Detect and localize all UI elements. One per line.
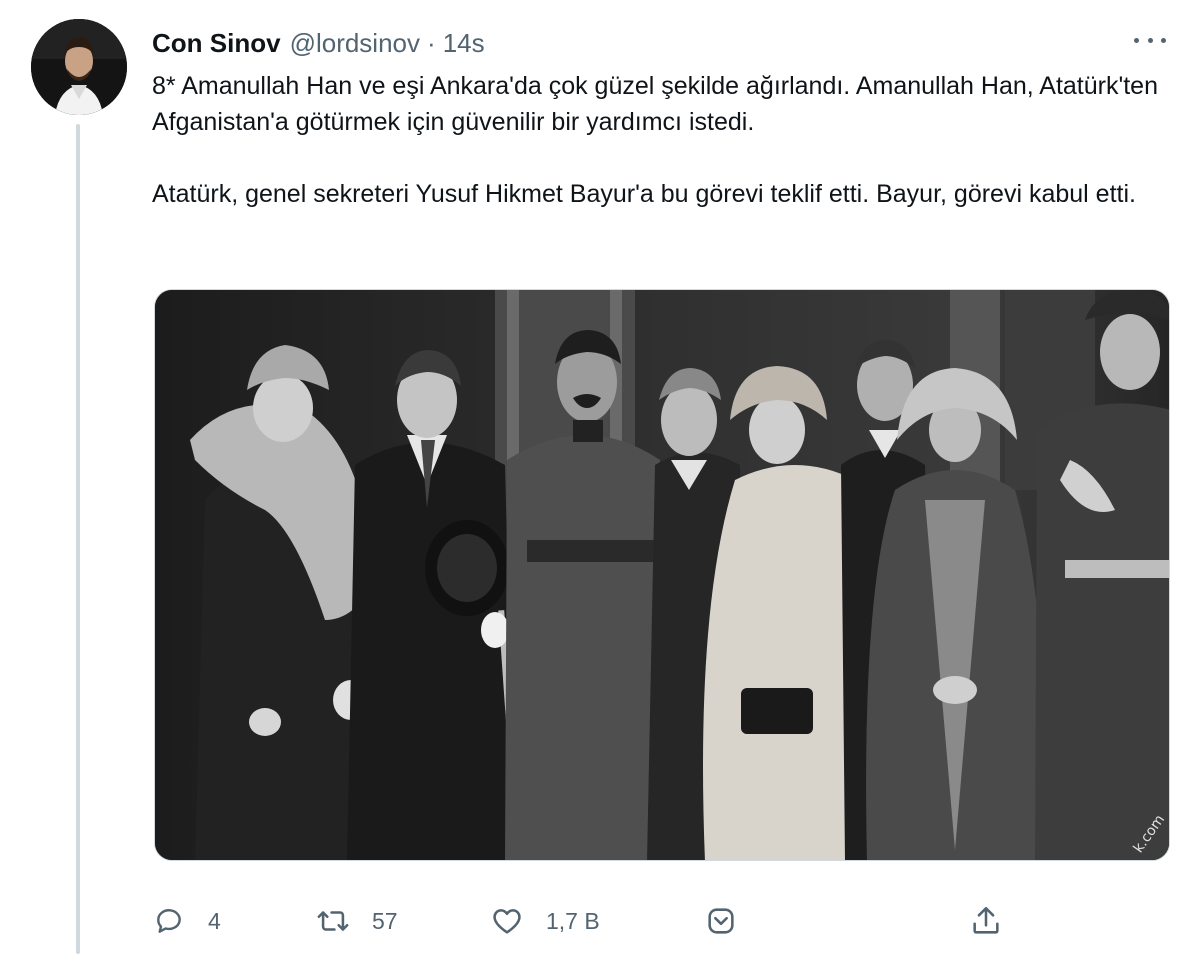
tweet-text: 8* Amanullah Han ve eşi Ankara'da çok gü… [152,68,1162,212]
like-count: 1,7 B [546,907,600,934]
share-upload-icon [969,904,1003,938]
reply-button[interactable]: 4 [152,896,221,946]
reply-count: 4 [208,907,221,934]
avatar-image [31,19,127,115]
tweet-paragraph: Atatürk, genel sekreteri Yusuf Hikmet Ba… [152,180,1136,208]
tip-jar-icon [704,904,738,938]
more-dots-icon[interactable] [1130,28,1170,52]
tweet-photo[interactable]: k.com [154,289,1170,861]
share-button[interactable] [969,896,1003,946]
retweet-arrows-icon [316,904,350,938]
historical-group-photo: k.com [155,290,1169,860]
more-dot [1147,37,1153,43]
tip-button[interactable] [704,896,738,946]
tweet-header: Con Sinov @lordsinov · 14s [152,26,485,60]
display-name[interactable]: Con Sinov [152,28,281,59]
avatar[interactable] [31,19,127,115]
reply-bubble-icon [152,904,186,938]
tweet-paragraph: 8* Amanullah Han ve eşi Ankara'da çok gü… [152,72,1158,136]
header-separator: · [427,27,436,58]
retweet-button[interactable]: 57 [316,896,398,946]
user-handle[interactable]: @lordsinov [290,28,420,59]
tweet-action-bar: 4 57 1,7 B [152,896,1012,946]
heart-icon [490,904,524,938]
like-button[interactable]: 1,7 B [490,896,600,946]
more-dot [1134,37,1139,43]
retweet-count: 57 [372,907,398,934]
thread-connector-line [76,124,80,954]
tweet-timestamp[interactable]: 14s [443,28,485,59]
more-dot [1161,37,1166,43]
